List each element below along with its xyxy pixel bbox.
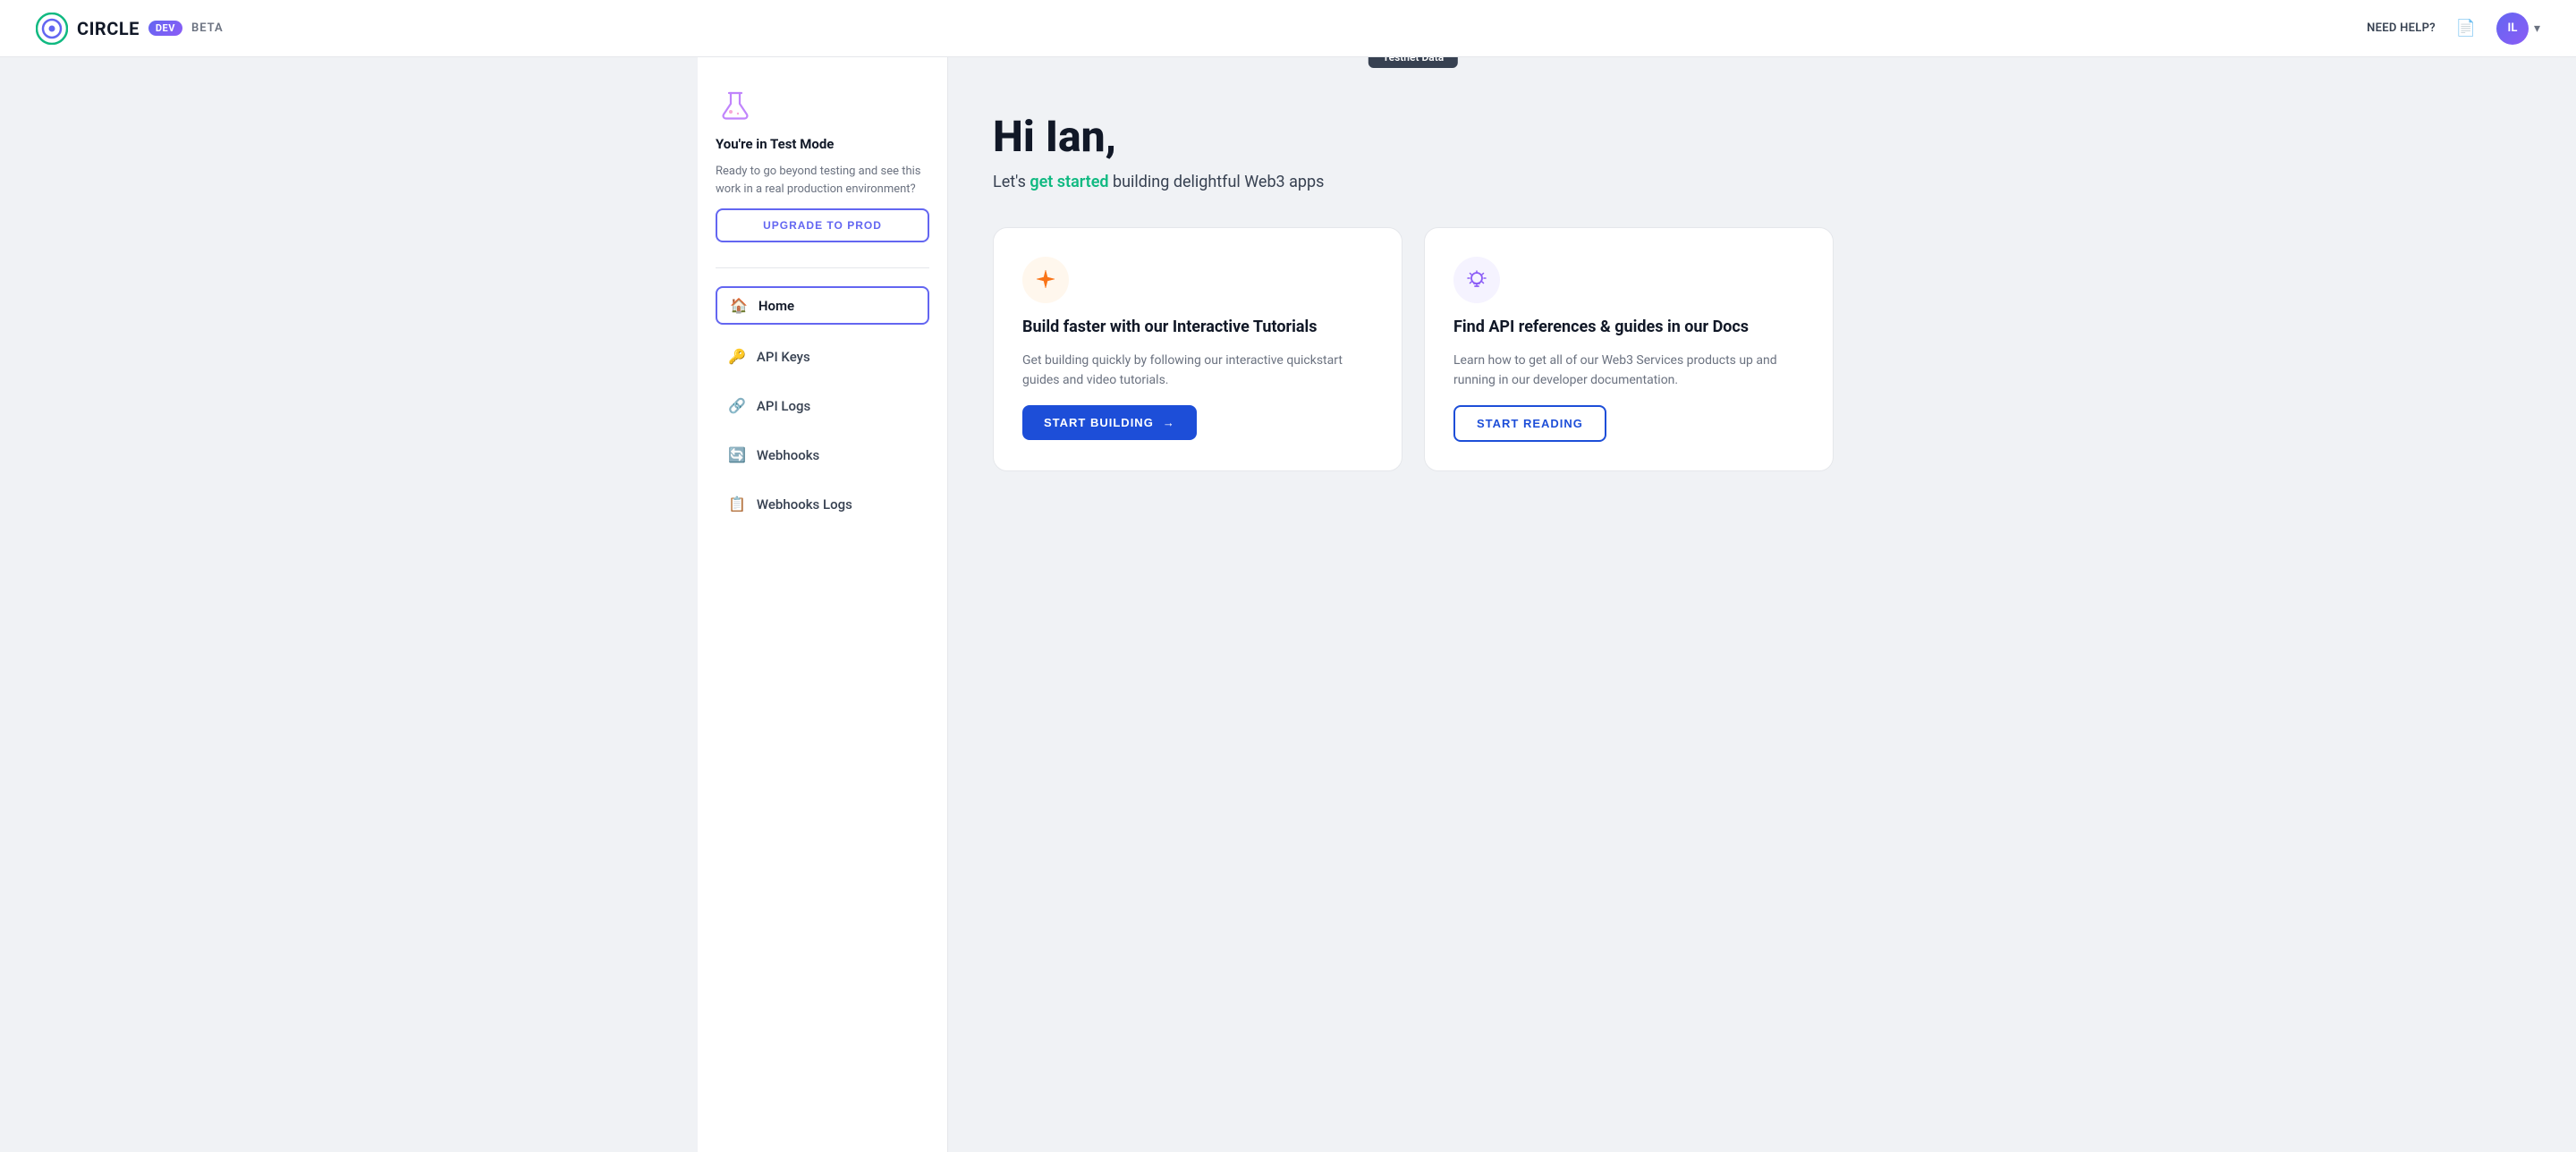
dev-badge: DEV <box>148 21 182 36</box>
test-mode-title: You're in Test Mode <box>716 136 834 152</box>
circle-logo-icon <box>36 13 68 45</box>
lightbulb-icon <box>1464 267 1489 292</box>
beta-label: BETA <box>191 21 224 35</box>
header-logo-group: CIRCLE DEV BETA <box>36 13 224 45</box>
get-started-link[interactable]: get started <box>1030 173 1108 191</box>
upgrade-to-prod-button[interactable]: UPGRADE TO PROD <box>716 208 929 242</box>
header-right-group: NEED HELP? 📄 IL ▾ <box>2367 13 2540 45</box>
sidebar-item-api-keys[interactable]: 🔑 API Keys <box>716 339 929 374</box>
logo-text: CIRCLE <box>77 18 140 39</box>
sidebar: You're in Test Mode Ready to go beyond t… <box>698 57 948 1152</box>
avatar-chevron-icon[interactable]: ▾ <box>2534 21 2540 36</box>
sidebar-item-api-logs[interactable]: 🔗 API Logs <box>716 388 929 423</box>
nav-divider <box>716 267 929 268</box>
api-keys-icon: 🔑 <box>728 348 746 365</box>
main-layout: You're in Test Mode Ready to go beyond t… <box>662 57 1914 1152</box>
webhooks-logs-icon: 📋 <box>728 496 746 512</box>
api-logs-icon: 🔗 <box>728 397 746 414</box>
nav-label-webhooks: Webhooks <box>757 447 819 463</box>
nav-label-webhooks-logs: Webhooks Logs <box>757 496 852 512</box>
docs-card: Find API references & guides in our Docs… <box>1424 227 1834 471</box>
need-help-link[interactable]: NEED HELP? <box>2367 21 2436 35</box>
tutorials-card-icon-wrapper <box>1022 257 1069 303</box>
start-reading-label: START READING <box>1477 417 1583 430</box>
nav-label-api-keys: API Keys <box>757 349 810 365</box>
nav-label-home: Home <box>758 298 794 314</box>
header: CIRCLE DEV BETA NEED HELP? 📄 IL ▾ <box>0 0 2576 57</box>
sidebar-item-webhooks[interactable]: 🔄 Webhooks <box>716 437 929 472</box>
sparkle-icon <box>1033 267 1058 292</box>
document-icon[interactable]: 📄 <box>2453 16 2479 41</box>
tutorials-card: Build faster with our Interactive Tutori… <box>993 227 1402 471</box>
test-mode-section: You're in Test Mode Ready to go beyond t… <box>716 86 929 242</box>
tutorials-card-desc: Get building quickly by following our in… <box>1022 351 1373 391</box>
test-mode-description: Ready to go beyond testing and see this … <box>716 163 929 198</box>
sidebar-item-home[interactable]: 🏠 Home <box>716 286 929 325</box>
home-icon: 🏠 <box>730 297 748 314</box>
arrow-icon: → <box>1163 416 1175 429</box>
welcome-title: Hi Ian, <box>993 111 1834 162</box>
start-building-label: START BUILDING <box>1044 416 1154 429</box>
welcome-subtitle: Let's get started building delightful We… <box>993 173 1834 191</box>
cards-grid: Build faster with our Interactive Tutori… <box>993 227 1834 471</box>
docs-card-icon-wrapper <box>1453 257 1500 303</box>
nav-label-api-logs: API Logs <box>757 398 810 414</box>
user-avatar[interactable]: IL <box>2496 13 2529 45</box>
subtitle-after: building delightful Web3 apps <box>1109 173 1325 191</box>
start-building-button[interactable]: START BUILDING → <box>1022 405 1197 440</box>
webhooks-icon: 🔄 <box>728 446 746 463</box>
docs-card-title: Find API references & guides in our Docs <box>1453 318 1804 336</box>
docs-card-desc: Learn how to get all of our Web3 Service… <box>1453 351 1804 391</box>
subtitle-before: Let's <box>993 173 1030 191</box>
sidebar-item-webhooks-logs[interactable]: 📋 Webhooks Logs <box>716 487 929 521</box>
flask-icon <box>716 86 755 125</box>
start-reading-button[interactable]: START READING <box>1453 405 1606 442</box>
main-content: Testnet Data Hi Ian, Let's get started b… <box>948 57 1878 1152</box>
tutorials-card-title: Build faster with our Interactive Tutori… <box>1022 318 1373 336</box>
